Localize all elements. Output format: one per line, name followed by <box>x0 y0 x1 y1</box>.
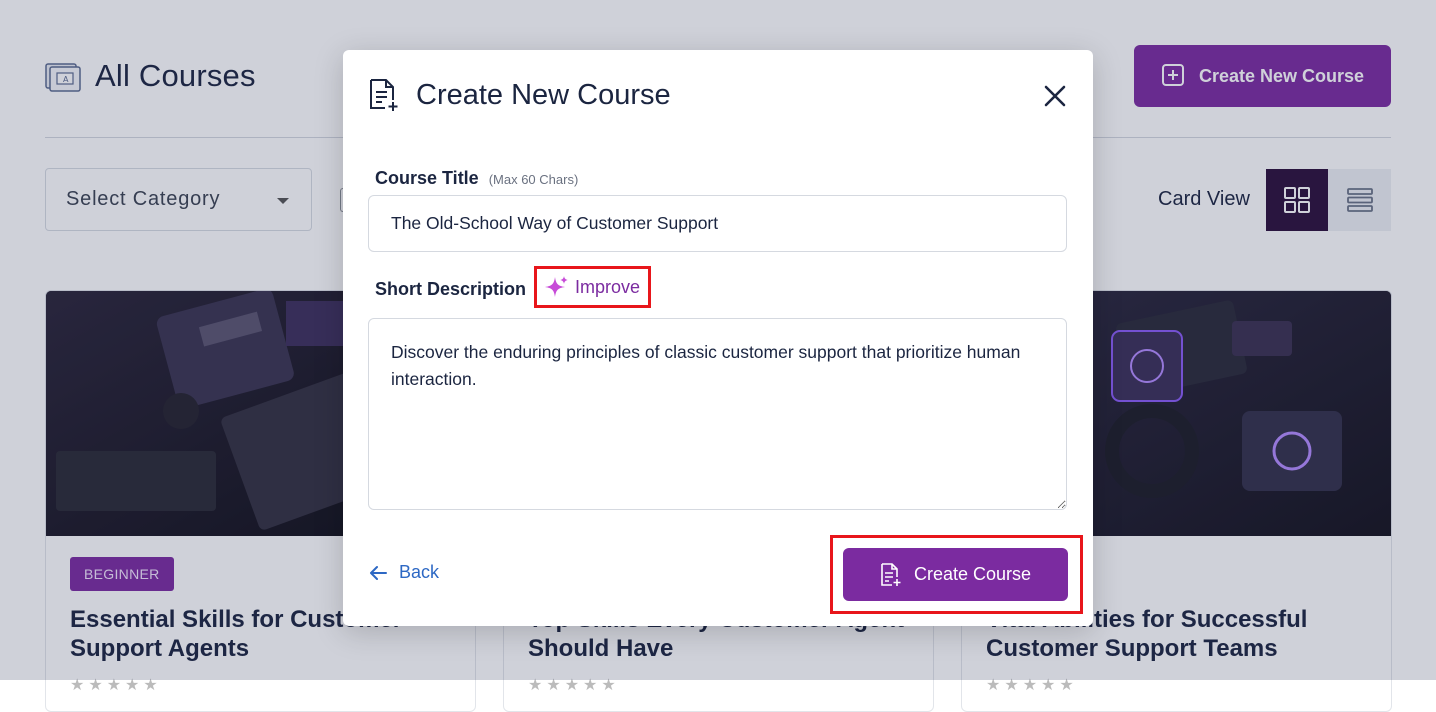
sparkle-icon <box>545 276 568 297</box>
create-course-label: Create Course <box>913 564 1032 584</box>
close-icon <box>1044 85 1066 107</box>
create-course-button[interactable]: Create Course <box>843 548 1068 601</box>
create-course-modal: Create New Course Course Title (Max 60 Ch… <box>343 50 1093 626</box>
course-title-label-text: Course Title <box>375 168 479 188</box>
short-description-label: Short Description <box>375 279 527 299</box>
course-title-hint: (Max 60 Chars) <box>488 172 579 187</box>
improve-label: Improve <box>575 276 641 297</box>
improve-button[interactable]: Improve <box>534 266 651 308</box>
close-button[interactable] <box>1041 82 1069 110</box>
modal-title: Create New Course <box>416 79 671 111</box>
document-plus-icon <box>370 79 398 111</box>
back-button[interactable]: Back <box>369 562 439 583</box>
course-title-input[interactable] <box>368 195 1067 252</box>
arrow-left-icon <box>370 565 387 580</box>
course-title-label: Course Title (Max 60 Chars) <box>375 168 578 189</box>
short-description-textarea[interactable]: Discover the enduring principles of clas… <box>368 318 1067 510</box>
back-label: Back <box>399 562 440 582</box>
document-plus-icon <box>881 562 901 586</box>
